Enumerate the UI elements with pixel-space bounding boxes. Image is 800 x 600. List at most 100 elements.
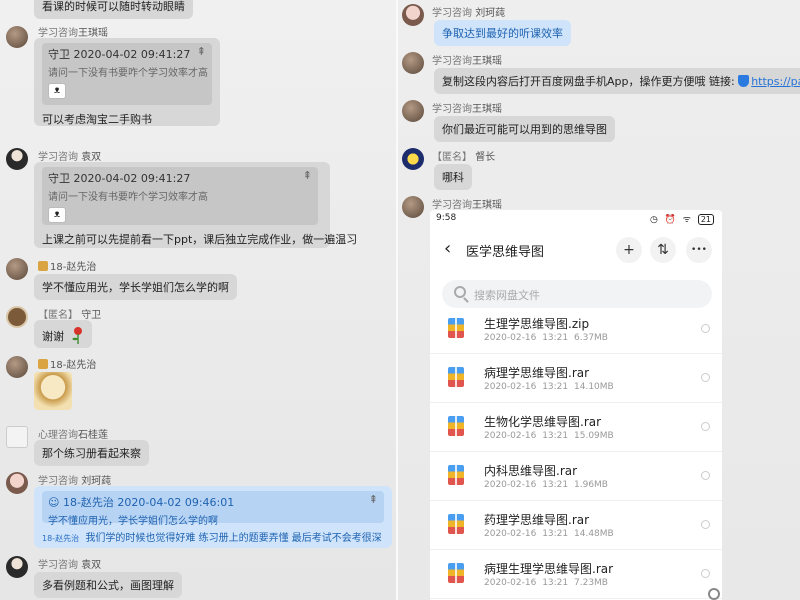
back-icon[interactable]: ‹ [444, 238, 451, 259]
search-input[interactable]: 搜索网盘文件 [442, 280, 712, 308]
search-icon [454, 286, 466, 298]
select-radio[interactable] [701, 471, 710, 480]
avatar[interactable] [402, 52, 424, 74]
message-bubble[interactable]: 复制这段内容后打开百度网盘手机App，操作更方便哦 链接: https://pa… [434, 68, 800, 94]
file-date: 2020-02-16 [484, 578, 537, 588]
select-radio[interactable] [701, 569, 710, 578]
message-bubble[interactable]: 学不懂应用光，学长学姐们怎么学的啊 [34, 274, 237, 300]
sender-nick: 王琪瑶 [472, 104, 502, 115]
sender-title: 学习咨询 [38, 560, 78, 571]
file-row[interactable]: 药理学思维导图.rar 2020-02-16 13:21 14.48MB [430, 502, 722, 550]
pin-icon[interactable]: ⇞ [369, 493, 378, 506]
quoted-message[interactable]: 守卫 2020-04-02 09:41:27 请问一下没有书要咋个学习效率才高 … [42, 43, 212, 105]
quote-header: 守卫 2020-04-02 09:41:27 [48, 172, 191, 185]
select-radio[interactable] [701, 324, 710, 333]
message-bubble[interactable]: 那个练习册看起来察 [34, 440, 149, 466]
archive-file-icon [448, 465, 464, 485]
select-radio[interactable] [701, 422, 710, 431]
sticker-icon: ᴥ [48, 83, 66, 99]
file-meta: 2020-02-16 13:21 14.48MB [484, 529, 614, 539]
file-time: 13:21 [542, 578, 569, 588]
avatar[interactable] [6, 148, 28, 170]
sender-nick: 18-赵先治 [50, 262, 97, 273]
file-name: 生理学思维导图.zip [484, 317, 590, 331]
sender-name: 【匿名】 督长 [432, 148, 495, 163]
message-bubble[interactable]: 哪科 [434, 164, 472, 190]
mention-tag[interactable]: 18-赵先治 [42, 534, 79, 543]
message-bubble[interactable]: 守卫 2020-04-02 09:41:27 请问一下没有书要咋个学习效率才高 … [34, 38, 220, 126]
status-icon-glyphs: ◷ ⏰ ᯤ [649, 215, 693, 225]
phone-header: ‹ 医学思维导图 + ⇅ ••• [430, 232, 722, 272]
avatar[interactable] [402, 148, 424, 170]
archive-file-icon [448, 416, 464, 436]
avatar[interactable] [402, 196, 424, 218]
message-bubble[interactable]: 谢谢 [34, 320, 92, 348]
select-radio[interactable] [701, 373, 710, 382]
user-icon: ☺ [48, 496, 60, 509]
message-line: 18-赵先治 我们学的时候也觉得好难 练习册上的题要弄懂 最后考试不会考很深 [42, 529, 384, 544]
avatar[interactable] [6, 472, 28, 494]
file-size: 6.37MB [574, 333, 608, 343]
sender-name: 学习咨询 刘珂莼 [38, 472, 111, 487]
file-meta: 2020-02-16 13:21 6.37MB [484, 333, 608, 343]
file-time: 13:21 [542, 480, 569, 490]
sender-nick: 督长 [475, 152, 496, 163]
avatar[interactable] [402, 100, 424, 122]
file-date: 2020-02-16 [484, 333, 537, 343]
file-date: 2020-02-16 [484, 431, 537, 441]
message-bubble[interactable]: 守卫 2020-04-02 09:41:27 请问一下没有书要咋个学习效率才高 … [34, 162, 358, 248]
avatar[interactable] [6, 26, 28, 48]
file-time: 13:21 [542, 333, 569, 343]
zoom-icon[interactable] [708, 588, 720, 600]
sender-name: 学习咨询 袁双 [38, 148, 101, 163]
pin-icon[interactable]: ⇞ [303, 169, 312, 182]
message-bubble[interactable]: ☺ 18-赵先治 2020-04-02 09:46:01 学不懂应用光，学长学姐… [34, 486, 392, 548]
message-bubble[interactable]: 争取达到最好的听课效率 [434, 20, 571, 46]
file-row[interactable]: 病理学思维导图.rar 2020-02-16 13:21 14.10MB [430, 355, 722, 403]
add-icon[interactable]: + [616, 237, 642, 263]
pin-icon[interactable]: ⇞ [197, 45, 206, 58]
quoted-message[interactable]: ☺ 18-赵先治 2020-04-02 09:46:01 学不懂应用光，学长学姐… [42, 491, 384, 527]
sticker-image[interactable] [34, 372, 72, 410]
file-meta: 2020-02-16 13:21 14.10MB [484, 382, 614, 392]
avatar[interactable] [6, 306, 28, 328]
file-meta: 2020-02-16 13:21 15.09MB [484, 431, 614, 441]
battery-icon: 21 [697, 214, 714, 225]
sender-title: 【匿名】 [432, 152, 472, 163]
avatar[interactable] [6, 258, 28, 280]
file-row[interactable]: 内科思维导图.rar 2020-02-16 13:21 1.96MB [430, 453, 722, 501]
rose-icon [72, 327, 82, 344]
file-meta: 2020-02-16 13:21 7.23MB [484, 578, 608, 588]
select-radio[interactable] [701, 520, 710, 529]
share-link[interactable]: https://pan.baidu.com [751, 75, 800, 88]
file-size: 15.09MB [574, 431, 614, 441]
message-bubble[interactable]: 你们最近可能可以用到的思维导图 [434, 116, 615, 142]
message-bubble[interactable]: 多看例题和公式，画图理解 [34, 572, 182, 598]
file-row[interactable]: 病理生理学思维导图.rar 2020-02-16 13:21 7.23MB [430, 551, 722, 599]
sort-icon[interactable]: ⇅ [650, 237, 676, 263]
sender-name: 心理咨询石桂莲 [38, 426, 108, 441]
file-time: 13:21 [542, 431, 569, 441]
archive-file-icon [448, 318, 464, 338]
file-name: 药理学思维导图.rar [484, 513, 590, 527]
sender-name: 学习咨询王琪瑶 [432, 100, 502, 115]
file-size: 1.96MB [574, 480, 608, 490]
message-bubble[interactable]: 看课的时候可以随时转动眼睛 [34, 0, 193, 19]
phone-screenshot-image[interactable]: 9:58 ◷ ⏰ ᯤ 21 ‹ 医学思维导图 + ⇅ ••• 搜索网盘文件 生理… [430, 210, 722, 600]
sender-name: 学习咨询 袁双 [38, 556, 101, 571]
sender-name: 18-赵先治 [38, 258, 96, 273]
avatar[interactable] [6, 356, 28, 378]
chat-pane-left: 看课的时候可以随时转动眼睛 学习咨询王琪瑶 守卫 2020-04-02 09:4… [0, 0, 398, 600]
avatar[interactable] [402, 4, 424, 26]
more-icon[interactable]: ••• [686, 237, 712, 263]
avatar[interactable] [6, 426, 28, 448]
sender-nick: 王琪瑶 [472, 56, 502, 67]
avatar[interactable] [6, 556, 28, 578]
archive-file-icon [448, 563, 464, 583]
sender-nick: 18-赵先治 [50, 360, 97, 371]
quoted-message[interactable]: 守卫 2020-04-02 09:41:27 请问一下没有书要咋个学习效率才高 … [42, 167, 318, 225]
message-text: 上课之前可以先提前看一下ppt，课后独立完成作业，做一遍温习 [42, 233, 358, 246]
file-name: 病理生理学思维导图.rar [484, 562, 614, 576]
file-row[interactable]: 生物化学思维导图.rar 2020-02-16 13:21 15.09MB [430, 404, 722, 452]
file-row[interactable]: 生理学思维导图.zip 2020-02-16 13:21 6.37MB [430, 306, 722, 354]
